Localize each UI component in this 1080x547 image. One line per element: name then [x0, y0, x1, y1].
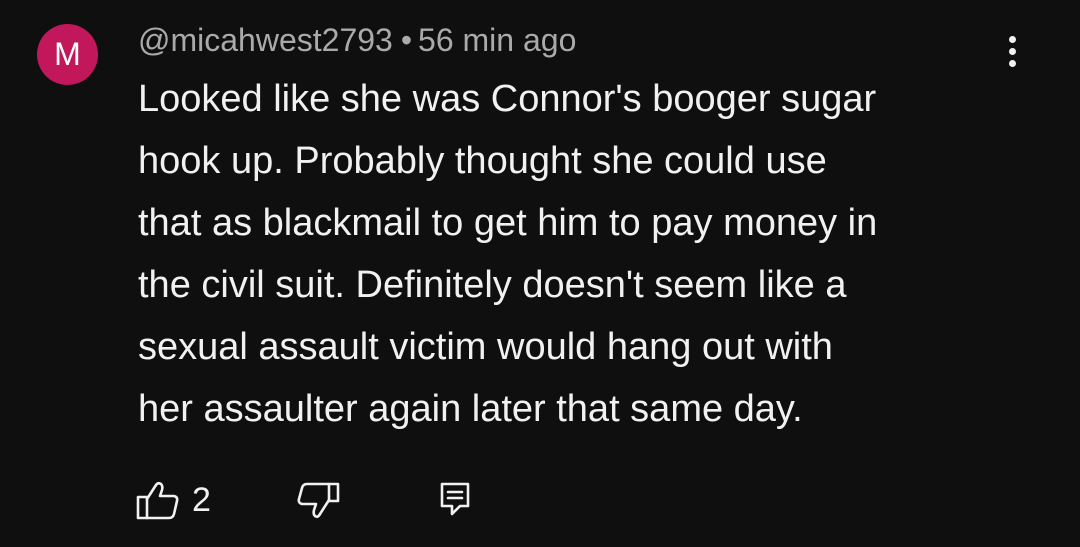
avatar[interactable]: M [37, 24, 98, 85]
reply-comment-icon [440, 482, 470, 516]
thumbs-up-icon [136, 481, 179, 520]
comment-header: @micahwest2793 • 56 min ago [138, 18, 576, 62]
header-separator: • [400, 22, 413, 58]
like-count: 2 [192, 481, 211, 519]
comment-timestamp[interactable]: 56 min ago [418, 22, 576, 58]
comment-text: Looked like she was Connor's booger suga… [138, 78, 878, 430]
like-button[interactable]: 2 [134, 474, 224, 526]
author-handle[interactable]: @micahwest2793 [138, 22, 393, 58]
reply-button[interactable] [434, 474, 478, 526]
comment-item: M @micahwest2793 • 56 min ago Looked like … [0, 0, 1080, 547]
dislike-button[interactable] [292, 474, 344, 526]
avatar-initial: M [54, 36, 81, 72]
thumbs-down-icon [297, 482, 340, 518]
